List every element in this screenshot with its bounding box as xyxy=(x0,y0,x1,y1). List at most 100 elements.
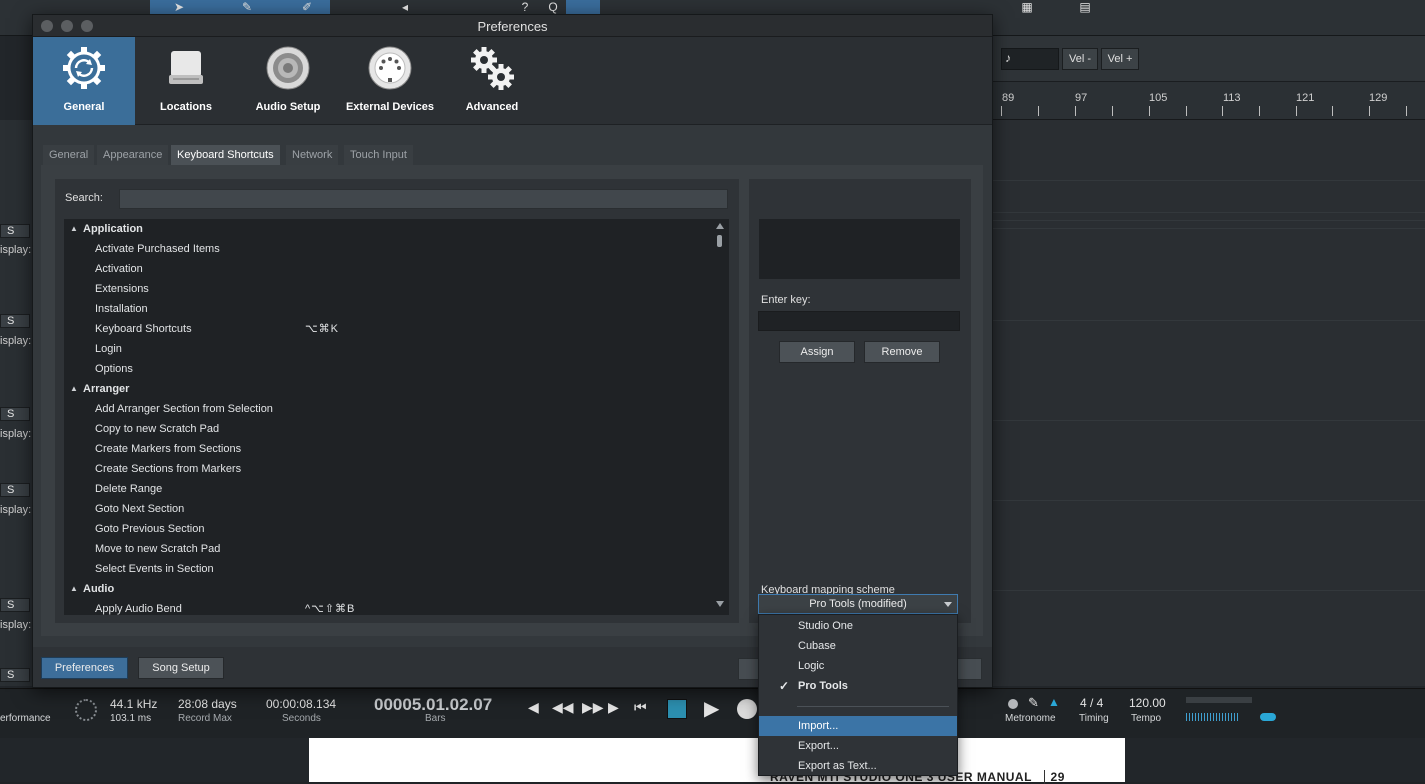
solo-button[interactable]: S xyxy=(0,224,30,238)
ruler-tick xyxy=(1332,106,1333,116)
tree-item[interactable]: Activate Purchased Items xyxy=(64,239,714,259)
record-max-label: Record Max xyxy=(178,713,232,724)
tree-group[interactable]: ▲ Application xyxy=(64,219,714,239)
subtab-network[interactable]: Network xyxy=(286,145,339,165)
tree-label: Create Markers from Sections xyxy=(95,443,242,455)
tree-item[interactable]: Delete Range xyxy=(64,479,714,499)
metronome-icon[interactable]: ▲ xyxy=(1048,695,1060,709)
disclosure-triangle-icon[interactable]: ▲ xyxy=(70,579,78,599)
ruler-tick xyxy=(1406,106,1407,116)
tree-item[interactable]: Goto Next Section xyxy=(64,499,714,519)
ruler-label: 97 xyxy=(1075,92,1088,104)
arrow-tool-icon[interactable]: ➤ xyxy=(170,0,188,14)
tree-item[interactable]: Create Markers from Sections xyxy=(64,439,714,459)
tree-item[interactable]: Goto Previous Section xyxy=(64,519,714,539)
track-list: S isplay: S isplay: S isplay: S isplay: … xyxy=(0,120,32,686)
preferences-button[interactable]: Preferences xyxy=(41,657,128,679)
menu-item-pro-tools[interactable]: ✓ Pro Tools xyxy=(759,676,957,696)
disclosure-triangle-icon[interactable]: ▲ xyxy=(70,219,78,239)
tree-item[interactable]: Activation xyxy=(64,259,714,279)
speaker-tool-icon[interactable]: ◂ xyxy=(396,0,414,14)
solo-button[interactable]: S xyxy=(0,483,30,497)
go-to-start-icon[interactable]: ⏮ xyxy=(634,699,647,716)
shortcut-tree[interactable]: ▲ Application Activate Purchased Items Acti… xyxy=(64,219,729,615)
title-bar[interactable]: Preferences xyxy=(33,15,992,37)
help-icon[interactable]: ? xyxy=(516,0,534,14)
play-icon[interactable]: ▶ xyxy=(704,696,719,721)
velocity-up-button[interactable]: Vel + xyxy=(1101,48,1139,70)
paint-tool-icon[interactable]: ✐ xyxy=(298,0,316,14)
menu-item-export-as-text[interactable]: Export as Text... xyxy=(759,756,957,776)
subtab-touch-input[interactable]: Touch Input xyxy=(344,145,413,165)
skip-back-icon[interactable]: ◀ xyxy=(528,699,539,716)
subtab-appearance[interactable]: Appearance xyxy=(97,145,169,165)
tree-group[interactable]: ▲ Arranger xyxy=(64,379,714,399)
tree-item[interactable]: Options xyxy=(64,359,714,379)
shortcut-keys: ⌥⌘K xyxy=(305,323,340,335)
category-general[interactable]: General xyxy=(33,37,135,125)
wrench-icon[interactable]: ✎ xyxy=(1028,695,1039,711)
film-icon[interactable]: ▤ xyxy=(1076,0,1094,14)
window-title: Preferences xyxy=(477,19,548,34)
search-label: Search: xyxy=(65,192,103,204)
metronome-toggle-icon[interactable] xyxy=(1008,699,1018,709)
menu-item-import[interactable]: Import... xyxy=(759,716,957,736)
subtab-general[interactable]: General xyxy=(43,145,95,165)
tree-item[interactable]: Apply Audio Bend ^⌥⇧⌘B xyxy=(64,599,714,615)
pencil-tool-icon[interactable]: ✎ xyxy=(238,0,256,14)
solo-button[interactable]: S xyxy=(0,668,30,682)
velocity-down-button[interactable]: Vel - xyxy=(1062,48,1098,70)
skip-forward-icon[interactable]: ▶ xyxy=(608,699,619,716)
tree-group[interactable]: ▲ Audio xyxy=(64,579,714,599)
seconds-value: 00:00:08.134 xyxy=(266,697,337,711)
tree-item[interactable]: Add Arranger Section from Selection xyxy=(64,399,714,419)
zoom-icon[interactable]: Q xyxy=(544,0,562,14)
solo-button[interactable]: S xyxy=(0,314,30,328)
stop-button[interactable] xyxy=(667,699,687,719)
menu-item-export[interactable]: Export... xyxy=(759,736,957,756)
tree-item[interactable]: Keyboard Shortcuts ⌥⌘K xyxy=(64,319,714,339)
tree-item[interactable]: Move to new Scratch Pad xyxy=(64,539,714,559)
grid-line xyxy=(993,320,1425,321)
tree-item[interactable]: Copy to new Scratch Pad xyxy=(64,419,714,439)
tree-item[interactable]: Installation xyxy=(64,299,714,319)
category-locations[interactable]: Locations xyxy=(135,37,237,125)
menu-item-cubase[interactable]: Cubase xyxy=(759,636,957,656)
menu-item-logic[interactable]: Logic xyxy=(759,656,957,676)
arrangement-grid[interactable] xyxy=(993,120,1425,686)
disclosure-triangle-icon[interactable]: ▲ xyxy=(70,379,78,399)
tree-label: Activation xyxy=(95,263,143,275)
track-display-label: isplay: xyxy=(0,335,32,347)
tree-item[interactable]: Login xyxy=(64,339,714,359)
midi-connector-icon xyxy=(368,46,412,90)
scroll-down-icon[interactable] xyxy=(716,601,724,607)
menu-item-studio-one[interactable]: Studio One xyxy=(759,616,957,636)
search-input[interactable] xyxy=(119,189,728,209)
assign-button[interactable]: Assign xyxy=(779,341,855,363)
scrollbar-thumb[interactable] xyxy=(717,235,722,247)
level-meter xyxy=(1186,697,1252,703)
timeline-ruler[interactable] xyxy=(993,82,1425,120)
remove-button[interactable]: Remove xyxy=(864,341,940,363)
enter-key-input[interactable] xyxy=(758,311,960,331)
category-audio-setup[interactable]: Audio Setup xyxy=(237,37,339,125)
record-icon[interactable] xyxy=(737,699,757,719)
solo-button[interactable]: S xyxy=(0,598,30,612)
tree-item[interactable]: Create Sections from Markers xyxy=(64,459,714,479)
gears-icon xyxy=(471,47,514,90)
volume-knob-icon[interactable] xyxy=(1260,713,1276,721)
tree-item[interactable]: Extensions xyxy=(64,279,714,299)
rewind-icon[interactable]: ◀◀ xyxy=(552,699,574,716)
tree-item[interactable]: Select Events in Section xyxy=(64,559,714,579)
scroll-up-icon[interactable] xyxy=(716,223,724,229)
category-advanced[interactable]: Advanced xyxy=(441,37,543,125)
subtab-keyboard-shortcuts[interactable]: Keyboard Shortcuts xyxy=(171,145,280,165)
song-setup-button[interactable]: Song Setup xyxy=(138,657,224,679)
seconds-label: Seconds xyxy=(282,713,321,724)
mapping-scheme-select[interactable]: Pro Tools (modified) xyxy=(758,594,958,614)
ruler-label: 113 xyxy=(1223,92,1241,104)
category-external-devices[interactable]: External Devices xyxy=(339,37,441,125)
fast-forward-icon[interactable]: ▶▶ xyxy=(582,699,604,716)
solo-button[interactable]: S xyxy=(0,407,30,421)
grid-tool-icon[interactable]: ▦ xyxy=(1018,0,1036,14)
